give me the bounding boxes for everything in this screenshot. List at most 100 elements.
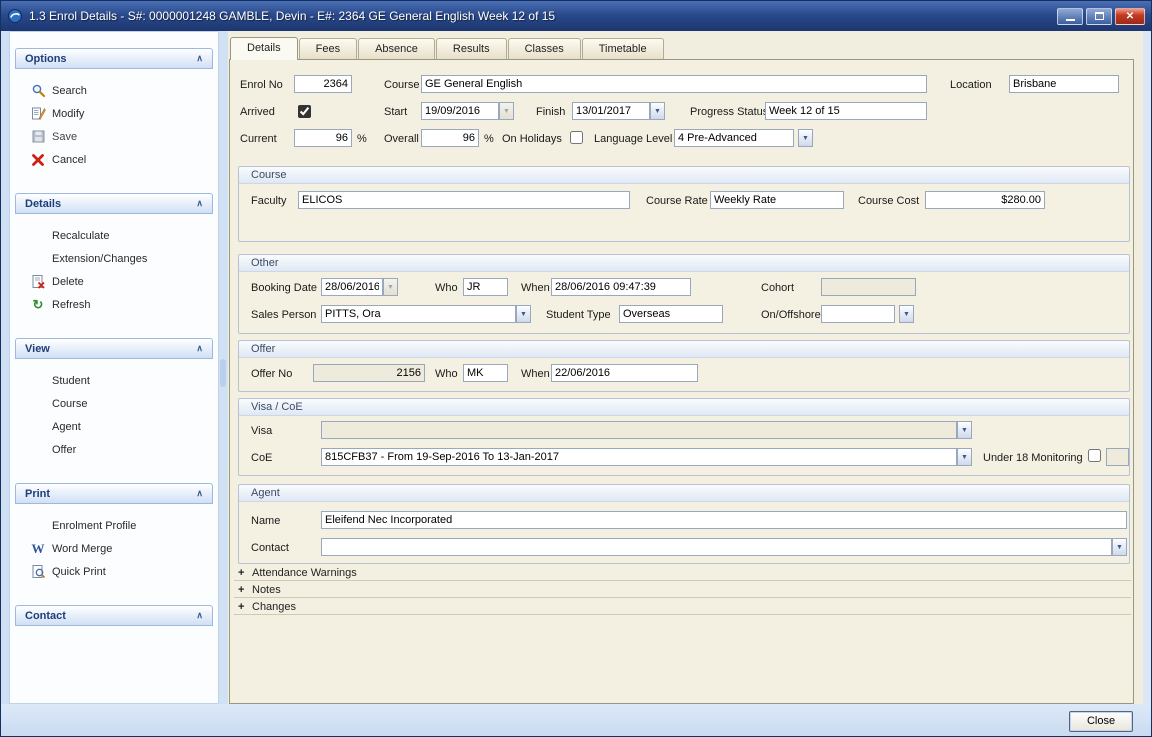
visa-dropdown[interactable]: ▼ — [957, 421, 972, 439]
close-window-icon: ✕ — [1126, 11, 1134, 22]
agent-contact-field[interactable] — [321, 538, 1112, 556]
offer-when-field[interactable] — [551, 364, 698, 382]
sidebar-section-options: Options ∧ Search Modify Save — [10, 48, 218, 171]
offer-no-label: Offer No — [251, 366, 292, 382]
sidebar-item-label: Delete — [52, 276, 84, 288]
agent-contact-label: Contact — [251, 540, 289, 556]
sidebar-item-modify[interactable]: Modify — [10, 102, 218, 125]
section-header-print[interactable]: Print ∧ — [15, 483, 213, 504]
dropdown-arrow-icon: ▼ — [903, 311, 910, 318]
sidebar-item-quick-print[interactable]: Quick Print — [10, 560, 218, 583]
tab-classes[interactable]: Classes — [508, 38, 581, 59]
offer-who-field[interactable] — [463, 364, 508, 382]
sales-person-dropdown[interactable]: ▼ — [516, 305, 531, 323]
booking-who-field[interactable] — [463, 278, 508, 296]
on-holidays-checkbox[interactable] — [570, 131, 583, 144]
section-header-contact[interactable]: Contact ∧ — [15, 605, 213, 626]
tab-results[interactable]: Results — [436, 38, 507, 59]
sidebar-item-label: Offer — [52, 444, 76, 456]
main-area: Details Fees Absence Results Classes Tim… — [228, 31, 1143, 704]
sidebar-item-agent[interactable]: Agent — [10, 415, 218, 438]
section-header-options[interactable]: Options ∧ — [15, 48, 213, 69]
overall-field[interactable] — [421, 129, 479, 147]
close-window-button[interactable]: ✕ — [1115, 8, 1145, 25]
minimize-button[interactable] — [1057, 8, 1083, 25]
agent-contact-dropdown[interactable]: ▼ — [1112, 538, 1127, 556]
sidebar-item-course[interactable]: Course — [10, 392, 218, 415]
start-date-dropdown[interactable]: ▼ — [499, 102, 514, 120]
current-field[interactable] — [294, 129, 352, 147]
cancel-icon — [30, 152, 46, 168]
cohort-label: Cohort — [761, 280, 794, 296]
expander-notes[interactable]: + Notes — [234, 582, 1131, 598]
course-cost-field[interactable] — [925, 191, 1045, 209]
sidebar-item-word-merge[interactable]: W Word Merge — [10, 537, 218, 560]
sidebar-item-refresh[interactable]: ↻ Refresh — [10, 293, 218, 316]
sidebar-section-details: Details ∧ Recalculate Extension/Changes … — [10, 193, 218, 316]
language-level-field[interactable] — [674, 129, 794, 147]
finish-date-dropdown[interactable]: ▼ — [650, 102, 665, 120]
course-cost-label: Course Cost — [858, 193, 919, 209]
booking-when-field[interactable] — [551, 278, 691, 296]
on-offshore-field[interactable] — [821, 305, 895, 323]
sales-person-field[interactable] — [321, 305, 516, 323]
sidebar-item-enrolment-profile[interactable]: Enrolment Profile — [10, 514, 218, 537]
faculty-field[interactable] — [298, 191, 630, 209]
section-header-view[interactable]: View ∧ — [15, 338, 213, 359]
arrived-checkbox[interactable] — [298, 105, 311, 118]
tab-details[interactable]: Details — [230, 37, 298, 60]
location-field[interactable] — [1009, 75, 1119, 93]
tabstrip: Details Fees Absence Results Classes Tim… — [228, 31, 1143, 59]
expander-attendance-warnings[interactable]: + Attendance Warnings — [234, 565, 1131, 581]
close-button[interactable]: Close — [1069, 711, 1133, 732]
tab-fees[interactable]: Fees — [299, 38, 357, 59]
start-date-field[interactable] — [421, 102, 499, 120]
sidebar-item-delete[interactable]: Delete — [10, 270, 218, 293]
app-window: 1.3 Enrol Details - S#: 0000001248 GAMBL… — [0, 0, 1152, 737]
sidebar-item-label: Student — [52, 375, 90, 387]
sidebar-item-student[interactable]: Student — [10, 369, 218, 392]
modify-icon — [30, 106, 46, 122]
current-percent-label: % — [357, 131, 367, 147]
under-18-aux-field[interactable] — [1106, 448, 1129, 466]
splitter-grip[interactable] — [220, 359, 226, 387]
sidebar-item-extension-changes[interactable]: Extension/Changes — [10, 247, 218, 270]
sidebar-item-cancel[interactable]: Cancel — [10, 148, 218, 171]
expand-icon: + — [238, 601, 248, 613]
student-type-field[interactable] — [619, 305, 723, 323]
offer-no-field[interactable] — [313, 364, 425, 382]
under-18-monitoring-checkbox[interactable] — [1088, 449, 1101, 462]
titlebar: 1.3 Enrol Details - S#: 0000001248 GAMBL… — [1, 1, 1151, 31]
on-offshore-dropdown[interactable]: ▼ — [899, 305, 914, 323]
tab-absence[interactable]: Absence — [358, 38, 435, 59]
booking-date-field[interactable] — [321, 278, 383, 296]
coe-field[interactable] — [321, 448, 957, 466]
booking-date-dropdown[interactable]: ▼ — [383, 278, 398, 296]
coe-dropdown[interactable]: ▼ — [957, 448, 972, 466]
visa-label: Visa — [251, 423, 272, 439]
course-rate-field[interactable] — [710, 191, 844, 209]
maximize-button[interactable] — [1086, 8, 1112, 25]
finish-date-field[interactable] — [572, 102, 650, 120]
expander-label: Notes — [252, 584, 281, 596]
expander-label: Changes — [252, 601, 296, 613]
expander-changes[interactable]: + Changes — [234, 599, 1131, 615]
dropdown-arrow-icon: ▼ — [961, 454, 968, 461]
dropdown-arrow-icon: ▼ — [802, 135, 809, 142]
agent-name-field[interactable] — [321, 511, 1127, 529]
sidebar-item-save[interactable]: Save — [10, 125, 218, 148]
sidebar-item-offer[interactable]: Offer — [10, 438, 218, 461]
finish-label: Finish — [536, 104, 565, 120]
course-field[interactable] — [421, 75, 927, 93]
cohort-field[interactable] — [821, 278, 916, 296]
progress-status-field[interactable] — [765, 102, 927, 120]
offer-when-label: When — [521, 366, 550, 382]
tab-timetable[interactable]: Timetable — [582, 38, 664, 59]
sidebar-item-recalculate[interactable]: Recalculate — [10, 224, 218, 247]
enrol-no-field[interactable] — [294, 75, 352, 93]
coe-label: CoE — [251, 450, 272, 466]
sidebar-item-search[interactable]: Search — [10, 79, 218, 102]
section-header-details[interactable]: Details ∧ — [15, 193, 213, 214]
language-level-dropdown[interactable]: ▼ — [798, 129, 813, 147]
visa-field[interactable] — [321, 421, 957, 439]
